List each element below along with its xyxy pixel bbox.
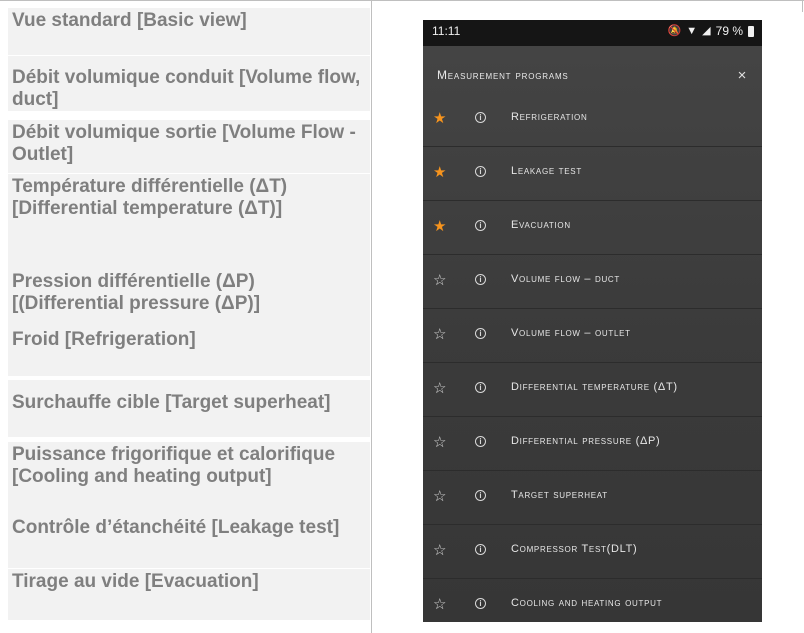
star-filled-icon[interactable]: ★: [433, 218, 446, 236]
program-row[interactable]: ☆ i Target superheat: [423, 471, 762, 525]
table-divider: [371, 0, 372, 633]
table-cell-text: Pression différentielle (ΔP) [(Different…: [12, 271, 261, 314]
status-icons: 🔕 ▼ ◢ 79 %: [668, 24, 754, 38]
program-row[interactable]: ☆ i Differential pressure (ΔP): [423, 417, 762, 471]
close-button[interactable]: ×: [730, 65, 754, 87]
info-icon[interactable]: i: [475, 544, 486, 555]
table-cell: Surchauffe cible [Target superheat]: [8, 380, 370, 438]
table-cell-text: Tirage au vide [Evacuation]: [12, 571, 259, 592]
program-label: Target superheat: [511, 489, 608, 501]
star-outline-icon[interactable]: ☆: [433, 272, 446, 290]
star-outline-icon[interactable]: ☆: [433, 596, 446, 614]
star-outline-icon[interactable]: ☆: [433, 380, 446, 398]
info-icon[interactable]: i: [475, 166, 486, 177]
info-icon[interactable]: i: [475, 112, 486, 123]
info-icon[interactable]: i: [475, 274, 486, 285]
panel-title: Measurement programs: [437, 68, 569, 82]
table-cell-text: Puissance frigorifique et calorifique [C…: [12, 444, 336, 487]
table-cell: Vue standard [Basic view]: [8, 8, 370, 56]
star-outline-icon[interactable]: ☆: [433, 326, 446, 344]
table-cell: Contrôle d’étanchéité [Leakage test]: [8, 515, 370, 569]
table-cell-text: Contrôle d’étanchéité [Leakage test]: [12, 517, 340, 538]
phone-screenshot: 11:11 🔕 ▼ ◢ 79 % Measurement programs × …: [423, 20, 762, 622]
star-filled-icon[interactable]: ★: [433, 110, 446, 128]
status-bar: 11:11 🔕 ▼ ◢ 79 %: [423, 20, 762, 46]
battery-text: 79 %: [715, 24, 743, 38]
program-label: Refrigeration: [511, 111, 588, 123]
status-time: 11:11: [432, 24, 461, 38]
program-label: Differential pressure (ΔP): [511, 435, 661, 447]
program-row[interactable]: ☆ i Volume flow – outlet: [423, 309, 762, 363]
star-outline-icon[interactable]: ☆: [433, 542, 446, 560]
table-cell-text: Surchauffe cible [Target superheat]: [12, 392, 331, 413]
table-cell-text: Température différentielle (ΔT) [Differe…: [12, 176, 288, 219]
info-icon[interactable]: i: [475, 490, 486, 501]
table-cell: Tirage au vide [Evacuation]: [8, 569, 370, 621]
info-icon[interactable]: i: [475, 598, 486, 609]
measurement-programs-panel: Measurement programs × ★ i Refrigeration ★ i…: [423, 46, 762, 622]
table-cell: Débit volumique conduit [Volume flow, du…: [8, 56, 370, 112]
program-row[interactable]: ★ i Leakage test: [423, 147, 762, 201]
program-row[interactable]: ☆ i Volume flow – duct: [423, 255, 762, 309]
label-table: Vue standard [Basic view] Débit volumiqu…: [8, 8, 370, 633]
table-cell-text: Froid [Refrigeration]: [12, 329, 196, 350]
program-row[interactable]: ☆ i Differential temperature (ΔT): [423, 363, 762, 417]
table-cell: Froid [Refrigeration]: [8, 327, 370, 377]
program-label: Differential temperature (ΔT): [511, 381, 678, 393]
star-outline-icon[interactable]: ☆: [433, 434, 446, 452]
info-icon[interactable]: i: [475, 382, 486, 393]
program-label: Cooling and heating output: [511, 597, 663, 609]
table-cell-text: Vue standard [Basic view]: [12, 10, 247, 31]
table-cell: Débit volumique sortie [Volume Flow - Ou…: [8, 120, 370, 174]
star-outline-icon[interactable]: ☆: [433, 488, 446, 506]
program-row[interactable]: ★ i Refrigeration: [423, 93, 762, 147]
program-row[interactable]: ☆ i Compressor Test(DLT): [423, 525, 762, 579]
wifi-icon: ▼: [686, 25, 698, 37]
program-row[interactable]: ★ i Evacuation: [423, 201, 762, 255]
program-label: Volume flow – outlet: [511, 327, 631, 339]
star-filled-icon[interactable]: ★: [433, 164, 446, 182]
table-cell: Température différentielle (ΔT) [Differe…: [8, 174, 370, 272]
program-row[interactable]: ☆ i Cooling and heating output: [423, 579, 762, 622]
table-border-right-cap: [371, 0, 804, 1]
info-icon[interactable]: i: [475, 436, 486, 447]
table-border-right: [802, 0, 803, 12]
table-cell: Puissance frigorifique et calorifique [C…: [8, 442, 370, 522]
table-cell-text: Débit volumique conduit [Volume flow, du…: [12, 67, 361, 110]
battery-icon: [748, 25, 754, 37]
program-label: Volume flow – duct: [511, 273, 621, 285]
table-cell-text: Débit volumique sortie [Volume Flow - Ou…: [12, 122, 356, 165]
info-icon[interactable]: i: [475, 220, 486, 231]
program-label: Leakage test: [511, 165, 582, 177]
signal-icon: ◢: [702, 25, 711, 37]
mute-icon: 🔕: [667, 25, 682, 37]
program-label: Compressor Test(DLT): [511, 543, 638, 555]
program-label: Evacuation: [511, 219, 571, 231]
info-icon[interactable]: i: [475, 328, 486, 339]
